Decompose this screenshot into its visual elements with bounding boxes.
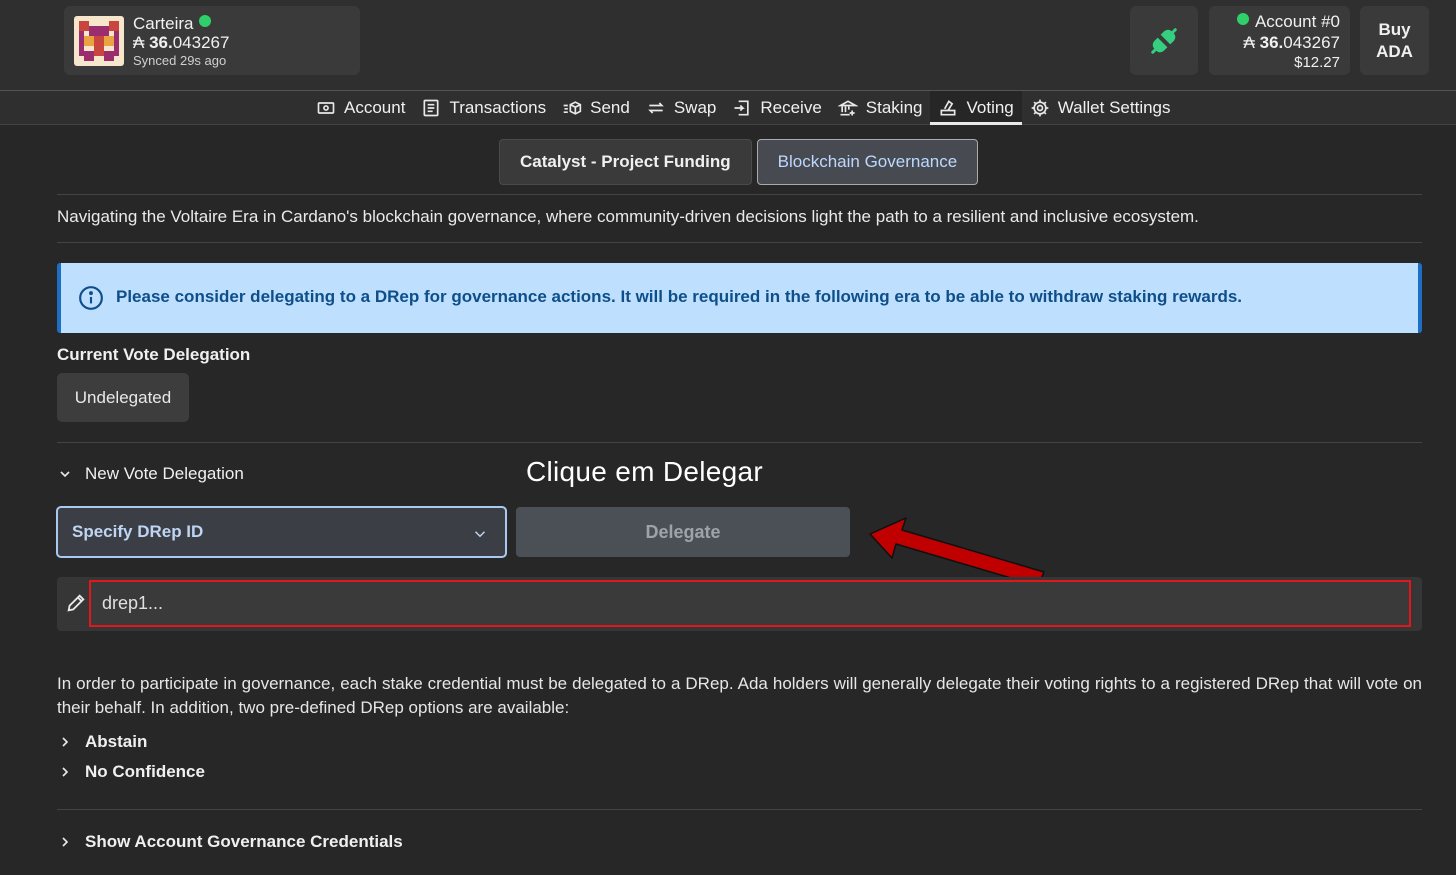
buy-ada-button[interactable]: Buy ADA xyxy=(1360,6,1429,75)
drep-id-input-row: drep1... xyxy=(57,577,1422,631)
receive-icon xyxy=(734,100,750,116)
main-nav: Account Transactions Send Swap Receive S… xyxy=(0,90,1456,125)
chevron-right-icon xyxy=(62,737,69,747)
governance-explanation-text: In order to participate in governance, e… xyxy=(57,674,1422,717)
current-delegation-badge: Undelegated xyxy=(57,373,189,422)
pencil-icon xyxy=(67,594,85,612)
synced-status-dot xyxy=(199,15,212,27)
top-bar: Carteira ₳ 36.043267 Synced 29s ago Acco… xyxy=(0,0,1456,90)
divider xyxy=(57,442,1422,443)
divider xyxy=(57,809,1422,810)
dapp-connector-button[interactable] xyxy=(1130,6,1198,75)
option-no-confidence[interactable]: No Confidence xyxy=(57,762,205,782)
tab-blockchain-governance[interactable]: Blockchain Governance xyxy=(756,139,979,185)
account-label: Account #0 xyxy=(1209,12,1340,32)
account-balance: ₳ 36.043267 xyxy=(1243,33,1340,52)
wallet-card[interactable]: Carteira ₳ 36.043267 Synced 29s ago xyxy=(64,6,360,75)
nav-account[interactable]: Account xyxy=(308,91,413,125)
nav-wallet-settings[interactable]: Wallet Settings xyxy=(1022,91,1179,125)
chevron-right-icon xyxy=(62,767,69,777)
swap-icon xyxy=(647,102,664,114)
nav-staking[interactable]: Staking xyxy=(830,91,931,125)
gear-icon xyxy=(1031,99,1049,117)
wallet-avatar xyxy=(74,16,124,66)
chevron-down-icon xyxy=(60,471,70,478)
account-icon xyxy=(317,102,335,114)
current-vote-delegation-label: Current Vote Delegation xyxy=(57,345,251,364)
account-status-dot xyxy=(1236,13,1249,25)
tutorial-annotation-text: Clique em Delegar xyxy=(526,456,763,487)
wallet-balance: ₳ 36.043267 xyxy=(133,33,230,52)
plug-icon xyxy=(1151,27,1177,54)
send-icon xyxy=(563,101,582,115)
chevron-right-icon xyxy=(62,837,69,847)
voting-subtabs: Catalyst - Project Funding Blockchain Go… xyxy=(499,139,979,185)
chevron-down-icon xyxy=(474,531,486,538)
tab-catalyst-project-funding[interactable]: Catalyst - Project Funding xyxy=(499,139,752,185)
nav-send[interactable]: Send xyxy=(554,91,638,125)
info-icon xyxy=(79,286,103,310)
nav-receive[interactable]: Receive xyxy=(724,91,829,125)
transactions-icon xyxy=(423,99,439,117)
voting-icon xyxy=(940,100,956,116)
account-card[interactable]: Account #0 ₳ 36.043267 $12.27 xyxy=(1209,6,1350,75)
info-alert-text: Please consider delegating to a DRep for… xyxy=(116,287,1243,306)
nav-swap[interactable]: Swap xyxy=(638,91,725,125)
staking-icon xyxy=(837,100,858,116)
nav-transactions[interactable]: Transactions xyxy=(413,91,554,125)
new-vote-delegation-toggle[interactable]: New Vote Delegation xyxy=(57,464,244,484)
drep-info-alert: Please consider delegating to a DRep for… xyxy=(57,263,1422,333)
wallet-name: Carteira xyxy=(133,14,212,34)
option-abstain[interactable]: Abstain xyxy=(57,732,147,752)
divider xyxy=(57,194,1422,195)
drep-type-select[interactable]: Specify DRep ID xyxy=(56,506,507,558)
account-usd-value: $12.27 xyxy=(1294,54,1340,71)
delegate-button[interactable]: Delegate xyxy=(516,507,850,557)
wallet-synced-status: Synced 29s ago xyxy=(133,53,227,68)
nav-voting[interactable]: Voting xyxy=(930,91,1023,125)
governance-intro-text: Navigating the Voltaire Era in Cardano's… xyxy=(57,207,1199,226)
divider xyxy=(57,242,1422,243)
show-governance-credentials-toggle[interactable]: Show Account Governance Credentials xyxy=(57,832,403,852)
drep-id-input[interactable]: drep1... xyxy=(89,580,1411,627)
